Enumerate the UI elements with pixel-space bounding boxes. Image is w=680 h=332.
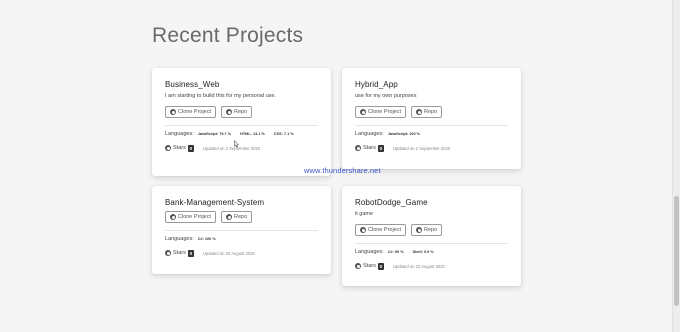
mouse-cursor-icon xyxy=(234,140,239,148)
github-icon xyxy=(416,227,423,233)
stars-count-badge: 0 xyxy=(377,144,384,152)
repo-button[interactable]: Repo xyxy=(411,106,443,118)
watermark-text: www.thundershare.net xyxy=(304,166,381,175)
github-icon xyxy=(416,109,423,115)
github-icon xyxy=(355,145,361,151)
languages-row: Languages: JavaScript: 79.7 % HTML: 13.1… xyxy=(165,131,318,138)
languages-label: Languages: xyxy=(355,249,384,255)
vertical-scrollbar[interactable] xyxy=(672,0,680,332)
stars-label: Stars xyxy=(173,145,186,151)
stars-count-badge: 0 xyxy=(187,144,194,152)
scrollbar-thumb[interactable] xyxy=(674,196,679,306)
language-item: C#: 99 % xyxy=(387,250,404,254)
stars-row: Stars 0 Updated on 23 August 2020 xyxy=(355,262,508,270)
updated-date: Updated on 2 September 2020 xyxy=(392,145,451,151)
stars-row: Stars 0 Updated on 30 August 2020 xyxy=(165,249,318,257)
divider xyxy=(165,230,318,231)
language-item: JavaScript: 100 % xyxy=(387,132,421,136)
updated-date: Updated on 30 August 2020 xyxy=(202,250,255,256)
repo-button[interactable]: Repo xyxy=(411,224,443,236)
github-icon xyxy=(360,109,366,115)
language-item: JavaScript: 79.7 % xyxy=(197,132,232,136)
github-icon xyxy=(170,109,176,115)
language-item: Shell: 0.9 % xyxy=(412,250,434,254)
divider xyxy=(355,125,508,126)
languages-label: Languages: xyxy=(165,236,194,242)
updated-date: Updated on 23 August 2020 xyxy=(392,263,445,269)
project-description: I am starting to build this for my perso… xyxy=(165,93,276,99)
repo-label: Repo xyxy=(424,109,438,115)
project-card: RobotDodge_Game it game Clone Project Re… xyxy=(342,186,521,286)
repo-button[interactable]: Repo xyxy=(221,211,253,223)
project-title: RobotDodge_Game xyxy=(355,198,428,207)
project-title: Bank-Management-System xyxy=(165,198,265,207)
project-title: Business_Web xyxy=(165,80,220,89)
language-item: CSS: 7.1 % xyxy=(273,132,294,136)
clone-project-button[interactable]: Clone Project xyxy=(165,106,217,118)
divider xyxy=(165,125,318,126)
stars-row: Stars 0 Updated on 2 September 2020 xyxy=(165,144,318,152)
github-icon xyxy=(226,109,233,115)
clone-project-label: Clone Project xyxy=(178,214,212,220)
languages-label: Languages: xyxy=(355,131,384,137)
github-icon xyxy=(360,227,366,233)
clone-project-label: Clone Project xyxy=(368,227,402,233)
project-title: Hybrid_App xyxy=(355,80,398,89)
stars-label: Stars xyxy=(173,250,186,256)
updated-date: Updated on 2 September 2020 xyxy=(202,145,261,151)
languages-label: Languages: xyxy=(165,131,194,137)
repo-button[interactable]: Repo xyxy=(221,106,253,118)
clone-project-label: Clone Project xyxy=(368,109,402,115)
clone-project-button[interactable]: Clone Project xyxy=(355,224,407,236)
repo-label: Repo xyxy=(234,109,248,115)
github-icon xyxy=(165,145,171,151)
languages-row: Languages: JavaScript: 100 % xyxy=(355,131,508,138)
section-heading: Recent Projects xyxy=(152,24,304,47)
project-card: Hybrid_App use for my own purposes Clone… xyxy=(342,68,521,169)
github-icon xyxy=(170,214,176,220)
project-description: use for my own purposes xyxy=(355,93,417,99)
project-card: Bank-Management-System Clone Project Rep… xyxy=(152,186,331,274)
languages-row: Languages: C#: 99 % Shell: 0.9 % xyxy=(355,249,508,256)
project-card: Business_Web I am starting to build this… xyxy=(152,68,331,176)
github-icon xyxy=(226,214,233,220)
stars-label: Stars xyxy=(363,263,376,269)
clone-project-button[interactable]: Clone Project xyxy=(355,106,407,118)
clone-project-label: Clone Project xyxy=(178,109,212,115)
github-icon xyxy=(355,263,361,269)
stars-count-badge: 0 xyxy=(377,262,384,270)
repo-label: Repo xyxy=(234,214,248,220)
stars-row: Stars 0 Updated on 2 September 2020 xyxy=(355,144,508,152)
stars-label: Stars xyxy=(363,145,376,151)
project-description: it game xyxy=(355,211,374,217)
page: Recent Projects Business_Web I am starti… xyxy=(0,0,672,332)
stars-count-badge: 0 xyxy=(187,249,194,257)
divider xyxy=(355,243,508,244)
language-item: HTML: 13.1 % xyxy=(240,132,265,136)
language-item: C#: 100 % xyxy=(197,237,216,241)
repo-label: Repo xyxy=(424,227,438,233)
github-icon xyxy=(165,250,171,256)
languages-row: Languages: C#: 100 % xyxy=(165,236,318,243)
clone-project-button[interactable]: Clone Project xyxy=(165,211,217,223)
